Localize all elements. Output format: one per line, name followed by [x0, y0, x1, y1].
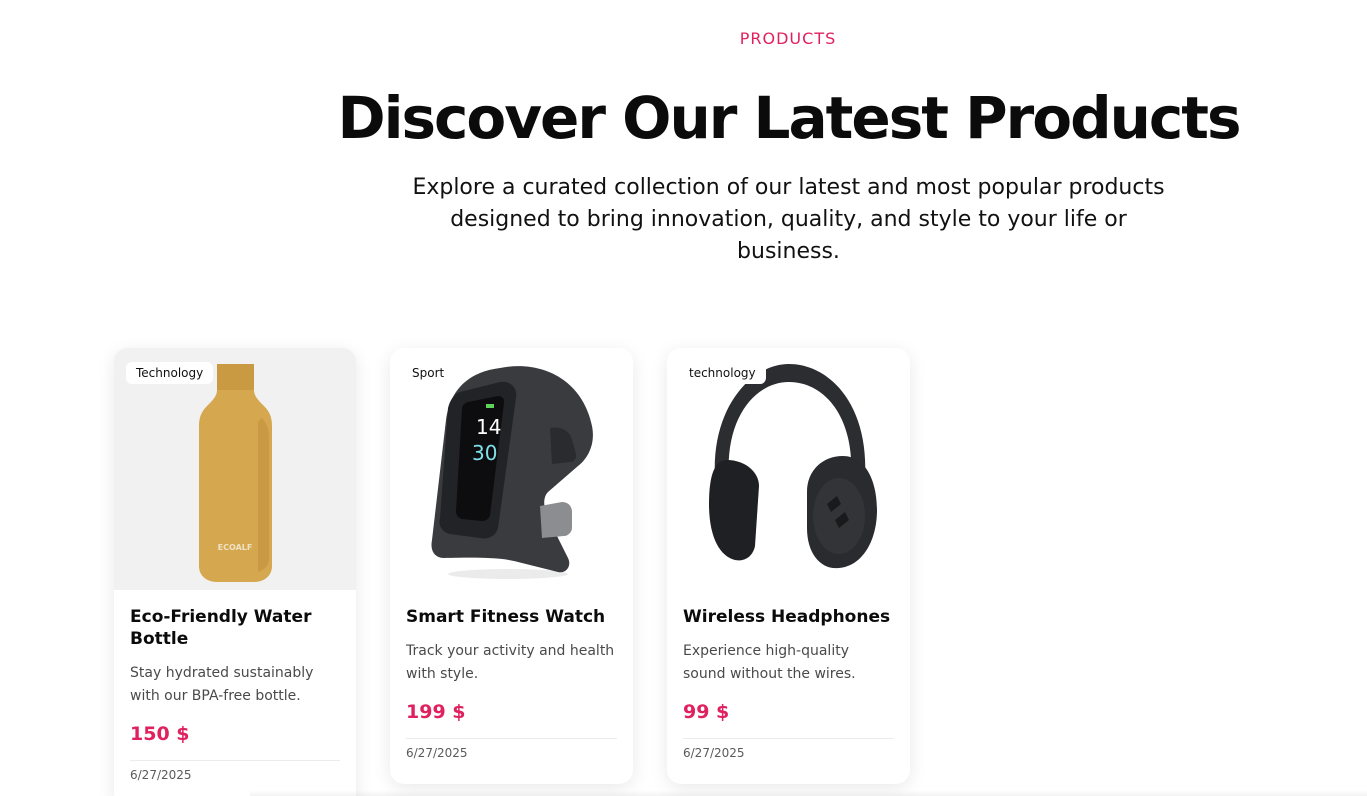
product-title[interactable]: Smart Fitness Watch	[406, 606, 617, 628]
card-divider	[130, 760, 340, 761]
product-image[interactable]: ECOALF Technology	[114, 348, 356, 590]
product-date: 6/27/2025	[406, 746, 468, 760]
category-badge: Technology	[126, 362, 214, 384]
svg-text:30: 30	[472, 441, 497, 465]
product-image[interactable]: technology	[667, 348, 910, 590]
card-divider	[683, 738, 894, 739]
product-title[interactable]: Eco-Friendly Water Bottle	[130, 606, 340, 650]
product-date: 6/27/2025	[683, 746, 745, 760]
product-price: 99 $	[683, 701, 730, 723]
card-divider	[406, 738, 617, 739]
svg-text:ECOALF: ECOALF	[218, 543, 253, 552]
product-price: 199 $	[406, 701, 466, 723]
products-page: PRODUCTS Discover Our Latest Products Ex…	[0, 0, 1367, 796]
headphones-icon	[709, 364, 877, 569]
product-card-fitness-watch[interactable]: 14 30 Sport Smart Fitness Watch Track yo…	[390, 348, 633, 784]
svg-text:14: 14	[476, 415, 501, 439]
product-card-headphones[interactable]: technology Wireless Headphones Experienc…	[667, 348, 910, 784]
page-title: Discover Our Latest Products	[337, 84, 1241, 152]
fitness-watch-icon: 14 30	[431, 366, 593, 579]
bottom-shadow	[250, 790, 1367, 796]
category-badge: technology	[679, 362, 766, 384]
product-description: Experience high-quality sound without th…	[683, 643, 856, 682]
product-description: Stay hydrated sustainably with our BPA-f…	[130, 665, 314, 704]
category-badge: Sport	[402, 362, 455, 384]
product-price: 150 $	[130, 723, 190, 745]
product-date: 6/27/2025	[130, 768, 192, 782]
product-title[interactable]: Wireless Headphones	[683, 606, 894, 628]
water-bottle-icon: ECOALF	[114, 348, 356, 590]
section-eyebrow: PRODUCTS	[739, 29, 837, 48]
product-description: Track your activity and health with styl…	[406, 643, 615, 682]
page-subtitle: Explore a curated collection of our late…	[412, 175, 1165, 264]
product-card-water-bottle[interactable]: ECOALF Technology Eco-Friendly Water Bot…	[114, 348, 356, 796]
product-image[interactable]: 14 30 Sport	[390, 348, 633, 590]
